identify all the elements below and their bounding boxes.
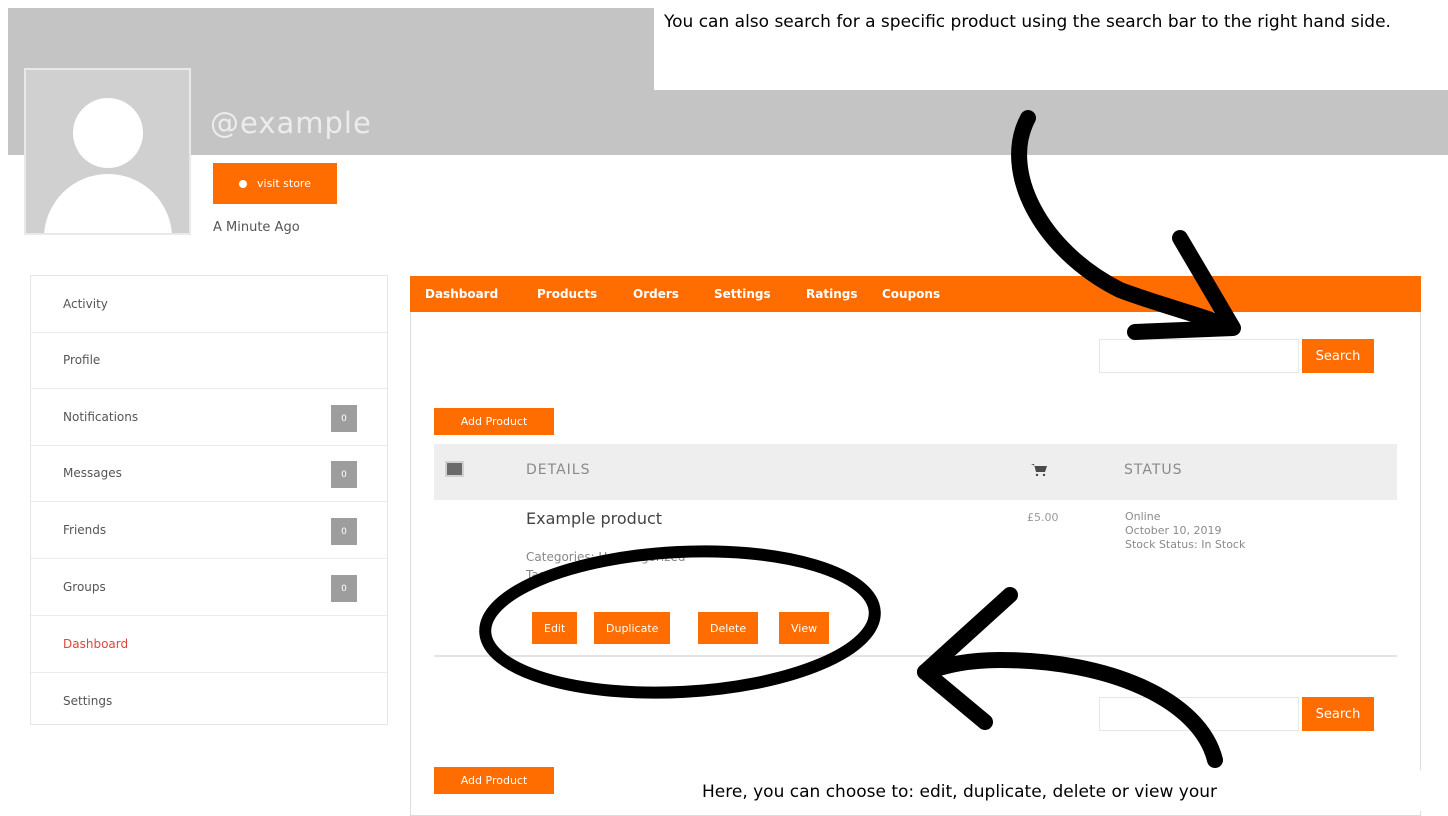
bottom-callout-text: Here, you can choose to: edit, duplicate… xyxy=(678,770,1448,811)
actions-circle xyxy=(479,545,881,699)
arrow-to-search xyxy=(1011,110,1233,333)
top-callout-text: You can also search for a specific produ… xyxy=(654,0,1448,90)
annotation-overlay xyxy=(479,110,1241,768)
